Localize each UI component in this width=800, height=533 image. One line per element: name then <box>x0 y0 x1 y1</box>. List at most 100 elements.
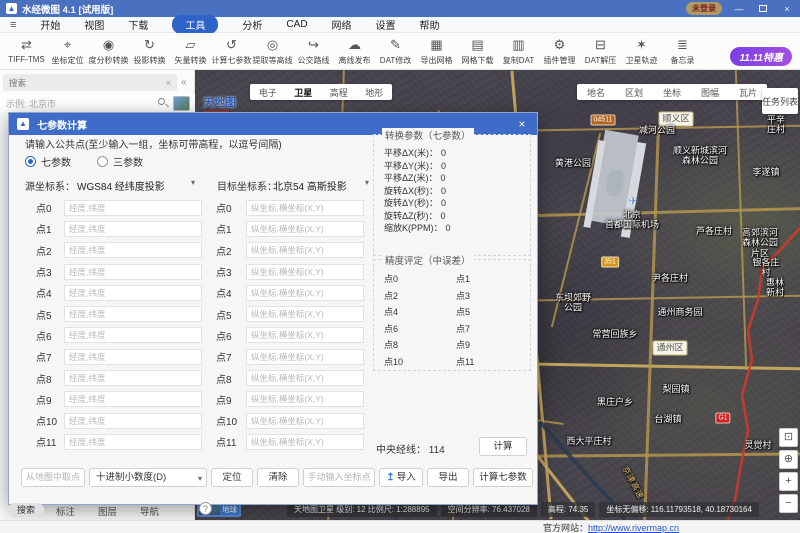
fullscreen-button[interactable]: ⊡ <box>779 428 798 447</box>
menu-help[interactable]: 帮助 <box>420 17 440 32</box>
official-site-link[interactable]: http://www.rivermap.cn <box>588 523 679 533</box>
search-icon[interactable] <box>158 98 165 105</box>
hamburger-icon[interactable]: ≡ <box>10 19 16 31</box>
zoom-in-button[interactable]: + <box>779 472 798 491</box>
dialog-close-icon[interactable]: × <box>515 117 529 131</box>
manual-input-button[interactable]: 手动输入坐标点 <box>303 468 375 487</box>
menu-network[interactable]: 网络 <box>332 17 352 32</box>
target-crs-select[interactable]: 北京54 高斯投影 <box>273 178 347 193</box>
help-icon[interactable]: ? <box>199 502 212 515</box>
pick-from-map-button[interactable]: 从地图中取点 <box>21 468 85 487</box>
search-input[interactable]: 搜索 × <box>3 74 177 91</box>
layer-terrain[interactable]: 地形 <box>365 86 383 99</box>
chevron-down-icon[interactable]: ▾ <box>191 178 195 187</box>
task-list-button[interactable]: 任务列表 <box>762 88 798 114</box>
tool-dat-unzip[interactable]: ⊟DAT解压 <box>580 33 621 69</box>
target-point-input-4[interactable] <box>246 285 364 301</box>
calc-seven-params-button[interactable]: 计算七参数 <box>473 468 533 487</box>
target-point-input-1[interactable] <box>246 221 364 237</box>
overlay-sheets[interactable]: 图幅 <box>701 86 719 99</box>
bottom-tab-search[interactable]: 搜索 <box>8 503 44 517</box>
tool-dat-edit[interactable]: ✎DAT修改 <box>375 33 416 69</box>
source-point-input-4[interactable] <box>64 285 202 301</box>
map-label: 顺义新城滨河 森林公园 <box>673 146 727 167</box>
bottom-tab-layers[interactable]: 图层 <box>98 504 117 518</box>
clear-search-icon[interactable]: × <box>166 78 171 88</box>
close-button[interactable]: × <box>780 4 794 14</box>
export-button[interactable]: 导出 <box>427 468 469 487</box>
source-point-input-0[interactable] <box>64 200 202 216</box>
central-meridian-value[interactable]: 114 <box>429 445 445 456</box>
tool-seven-params[interactable]: ↺计算七参数 <box>211 33 252 69</box>
tool-satellite-track[interactable]: ✶卫星轨迹 <box>621 33 662 69</box>
source-point-input-2[interactable] <box>64 242 202 258</box>
bottom-tab-navigate[interactable]: 导航 <box>140 504 159 518</box>
menu-tools-active[interactable]: 工具 <box>172 15 218 34</box>
import-button[interactable]: ↥导入 <box>379 468 423 487</box>
tool-coord-locate[interactable]: ⌖坐标定位 <box>47 33 88 69</box>
chevron-down-icon[interactable]: ▾ <box>365 178 369 187</box>
clear-button[interactable]: 清除 <box>257 468 299 487</box>
menu-analysis[interactable]: 分析 <box>242 17 262 32</box>
tool-projection-convert[interactable]: ↻投影转换 <box>129 33 170 69</box>
tool-tiff-tms[interactable]: ⇄TIFF-TMS <box>6 33 47 69</box>
login-status-badge[interactable]: 未登录 <box>686 2 722 15</box>
source-point-input-1[interactable] <box>64 221 202 237</box>
source-crs-select[interactable]: WGS84 经纬度投影 <box>77 178 165 193</box>
source-point-input-6[interactable] <box>64 327 202 343</box>
minimize-button[interactable]: — <box>732 4 746 14</box>
overlay-districts[interactable]: 区划 <box>625 86 643 99</box>
target-point-input-5[interactable] <box>246 306 364 322</box>
tool-copy-dat[interactable]: ▥复制DAT <box>498 33 539 69</box>
locate-point-button[interactable]: 定位 <box>211 468 253 487</box>
point-label: 点8 <box>36 371 64 386</box>
layer-electronic[interactable]: 电子 <box>259 86 277 99</box>
target-point-input-7[interactable] <box>246 349 364 365</box>
target-point-input-2[interactable] <box>246 242 364 258</box>
tool-memo[interactable]: ≣备忘录 <box>662 33 703 69</box>
tool-plugin-manager[interactable]: ⚙插件管理 <box>539 33 580 69</box>
source-point-input-3[interactable] <box>64 264 202 280</box>
tool-offline-publish[interactable]: ☁离线发布 <box>334 33 375 69</box>
tool-vector-convert[interactable]: ▱矢量转换 <box>170 33 211 69</box>
target-point-input-0[interactable] <box>246 200 364 216</box>
tool-grid-download[interactable]: ▤网格下载 <box>457 33 498 69</box>
locate-button[interactable]: ⊕ <box>779 450 798 469</box>
target-point-input-6[interactable] <box>246 327 364 343</box>
menu-cad[interactable]: CAD <box>286 19 307 30</box>
tool-contours[interactable]: ◎提取等高线 <box>252 33 293 69</box>
promo-badge[interactable]: 11.11特惠 <box>730 47 792 66</box>
layer-satellite-active[interactable]: 卫星 <box>294 86 312 99</box>
target-point-input-11[interactable] <box>246 434 364 450</box>
tool-dms-convert[interactable]: ◉度分秒转换 <box>88 33 129 69</box>
calc-button[interactable]: 计算 <box>479 437 527 456</box>
target-point-input-9[interactable] <box>246 391 364 407</box>
target-point-input-10[interactable] <box>246 413 364 429</box>
source-point-input-8[interactable] <box>64 370 202 386</box>
tool-export-grid[interactable]: ▦导出网格 <box>416 33 457 69</box>
maximize-button[interactable] <box>756 4 770 14</box>
zoom-out-button[interactable]: − <box>779 494 798 513</box>
overlay-placenames[interactable]: 地名 <box>587 86 605 99</box>
tool-bus-route[interactable]: ↪公交路线 <box>293 33 334 69</box>
source-point-input-10[interactable] <box>64 413 202 429</box>
source-point-input-11[interactable] <box>64 434 202 450</box>
collapse-panel-icon[interactable]: « <box>181 77 187 88</box>
overlay-coords[interactable]: 坐标 <box>663 86 681 99</box>
radio-three-params[interactable]: 三参数 <box>97 154 143 169</box>
map-thumbnail-button[interactable] <box>173 96 190 111</box>
target-point-input-8[interactable] <box>246 370 364 386</box>
menu-settings[interactable]: 设置 <box>376 17 396 32</box>
source-point-input-9[interactable] <box>64 391 202 407</box>
menu-start[interactable]: 开始 <box>40 17 60 32</box>
menu-view[interactable]: 视图 <box>84 17 104 32</box>
target-point-input-3[interactable] <box>246 264 364 280</box>
menu-download[interactable]: 下载 <box>128 17 148 32</box>
radio-seven-params[interactable]: 七参数 <box>25 154 71 169</box>
source-point-input-7[interactable] <box>64 349 202 365</box>
bottom-tab-annotate[interactable]: 标注 <box>56 504 75 518</box>
layer-elevation[interactable]: 高程 <box>330 86 348 99</box>
overlay-tiles[interactable]: 瓦片 <box>739 86 757 99</box>
format-select[interactable]: 十进制小数度(D) ▾ <box>89 468 207 487</box>
source-point-input-5[interactable] <box>64 306 202 322</box>
